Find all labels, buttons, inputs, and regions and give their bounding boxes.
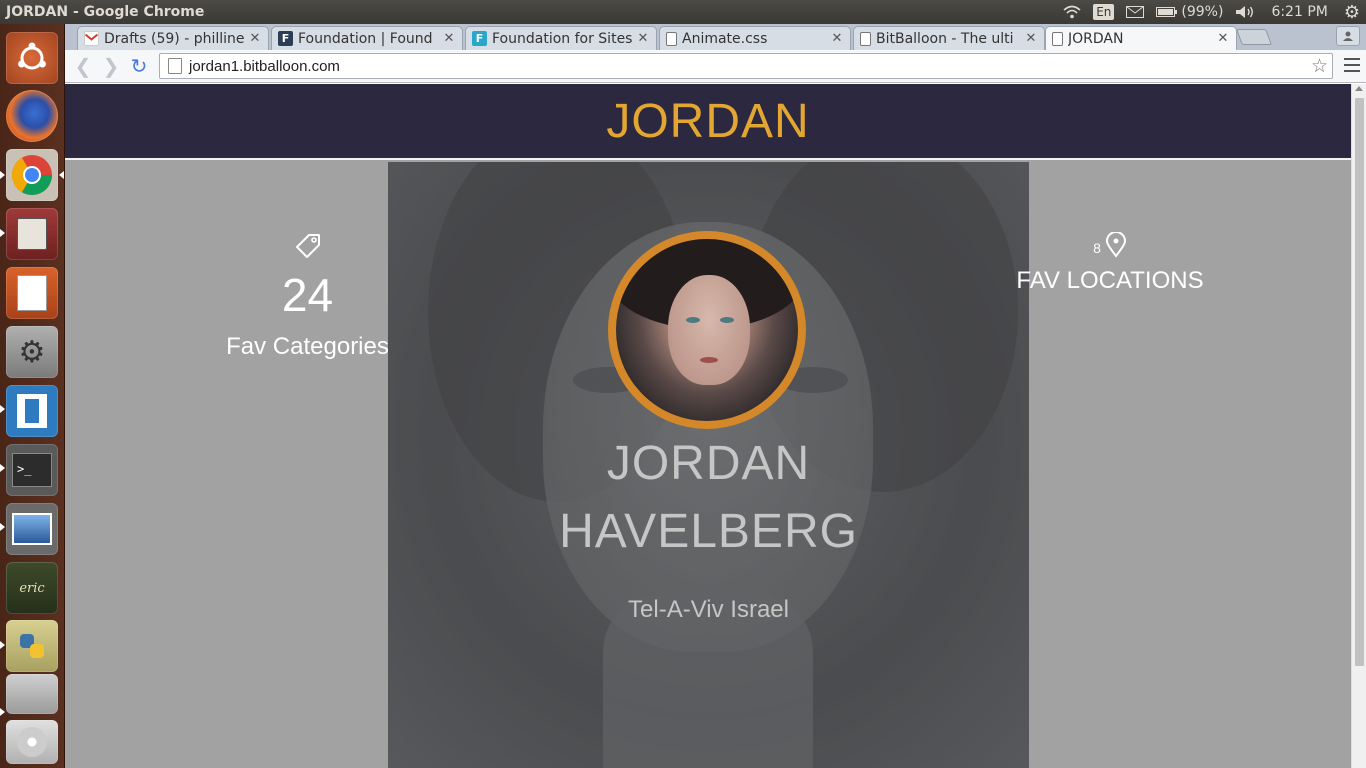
python-editor-icon[interactable] [6,620,58,672]
running-indicator [0,229,5,237]
disc-icon[interactable] [6,720,58,764]
browser-window: Drafts (59) - philline ✕ F Foundation | … [65,24,1366,768]
close-tab-icon[interactable]: ✕ [1024,31,1038,46]
fav-categories-label: Fav Categories [226,333,389,360]
map-pin-icon [1105,231,1127,263]
battery-icon [1156,7,1178,17]
ubuntu-dash-icon[interactable] [6,32,58,84]
volume-icon[interactable] [1229,0,1261,24]
page-scrollbar[interactable] [1351,84,1366,768]
running-indicator [0,405,5,413]
tag-icon [294,232,322,260]
forward-button[interactable]: ❯ [97,52,125,80]
foundation-icon: F [278,31,293,46]
close-tab-icon[interactable]: ✕ [1216,31,1230,46]
close-tab-icon[interactable]: ✕ [830,31,844,46]
running-indicator [0,641,5,649]
wifi-icon[interactable] [1057,0,1087,24]
top-panel: JORDAN - Google Chrome En (99%) 6:21 PM … [0,0,1366,24]
image-viewer-icon[interactable] [6,503,58,555]
fav-locations-label: FAV LOCATIONS [1016,267,1204,294]
file-cabinet-icon[interactable] [6,208,58,260]
tab-label: JORDAN [1068,30,1124,47]
tab-animate[interactable]: Animate.css ✕ [659,26,851,50]
scanner-icon[interactable] [6,674,58,714]
close-tab-icon[interactable]: ✕ [442,31,456,46]
running-indicator [0,464,5,472]
running-indicator [0,523,5,531]
launcher: ⚙ >_ eric [0,24,65,768]
back-button[interactable]: ❮ [69,52,97,80]
person-icon [1343,31,1353,41]
tab-strip: Drafts (59) - philline ✕ F Foundation | … [65,24,1366,50]
indicator-area: En (99%) 6:21 PM ⚙ [1057,0,1366,24]
gmail-icon [84,31,99,46]
page-icon [168,58,182,74]
battery-indicator[interactable]: (99%) [1150,0,1229,24]
tab-label: Foundation | Found [298,30,433,47]
close-tab-icon[interactable]: ✕ [636,31,650,46]
clock[interactable]: 6:21 PM [1261,0,1337,24]
tab-foundation-sites[interactable]: F Foundation for Sites ✕ [465,26,657,50]
window-title: JORDAN - Google Chrome [6,4,205,20]
tab-label: Drafts (59) - philline [104,30,245,47]
active-indicator [59,171,64,179]
fav-categories-count: 24 [281,269,334,321]
tab-bitballoon[interactable]: BitBalloon - The ulti ✕ [853,26,1045,50]
tab-label: Foundation for Sites [492,30,633,47]
tab-foundation[interactable]: F Foundation | Found ✕ [271,26,463,50]
person-location: Tel-A-Viv Israel [628,596,789,623]
terminal-icon[interactable]: >_ [6,444,58,496]
avatar [608,231,806,429]
site-title: JORDAN [606,94,810,148]
scroll-up-icon[interactable] [1355,86,1363,91]
close-tab-icon[interactable]: ✕ [248,31,262,46]
eric-icon[interactable]: eric [6,562,58,614]
scrollbar-thumb[interactable] [1355,98,1364,666]
reload-button[interactable]: ↻ [125,52,153,80]
name-last: HAVELBERG [559,505,858,558]
keyboard-layout[interactable]: En [1093,4,1115,20]
battery-percent: (99%) [1181,4,1224,20]
foundation-sites-icon: F [472,31,487,46]
page-icon [666,31,677,46]
bookmark-star-icon[interactable]: ☆ [1311,55,1328,78]
page-viewport: JORDAN JORDAN HAVELBERG Tel-A-Viv Israel [65,84,1351,768]
profile-button[interactable] [1336,26,1360,46]
chrome-icon[interactable] [6,149,58,201]
running-indicator [0,708,5,716]
running-indicator [0,171,5,179]
name-first: JORDAN [606,437,811,490]
url-text[interactable]: jordan1.bitballoon.com [189,58,340,75]
mail-icon[interactable] [1120,0,1150,24]
site-header: JORDAN [65,84,1351,160]
impress-icon[interactable] [6,267,58,319]
page-icon [860,31,871,46]
person-name: JORDAN HAVELBERG [388,430,1029,566]
toolbar: ❮ ❯ ↻ jordan1.bitballoon.com ☆ [65,50,1366,83]
stat-fav-locations: 8 FAV LOCATIONS [1005,231,1215,295]
page-icon [1052,31,1063,46]
tab-label: BitBalloon - The ulti [876,30,1014,47]
address-bar[interactable]: jordan1.bitballoon.com ☆ [159,53,1333,79]
gear-icon[interactable]: ⚙ [1338,0,1366,24]
tab-drafts[interactable]: Drafts (59) - philline ✕ [77,26,269,50]
brackets-icon[interactable] [6,385,58,437]
tab-label: Animate.css [682,30,768,47]
system-settings-icon[interactable]: ⚙ [6,326,58,378]
new-tab-button[interactable] [1236,29,1272,45]
firefox-icon[interactable] [6,90,58,142]
tab-jordan[interactable]: JORDAN ✕ [1045,26,1237,50]
fav-locations-count: 8 [1093,239,1101,256]
stat-fav-categories: 24 Fav Categories [205,232,410,361]
menu-icon[interactable] [1344,56,1360,74]
